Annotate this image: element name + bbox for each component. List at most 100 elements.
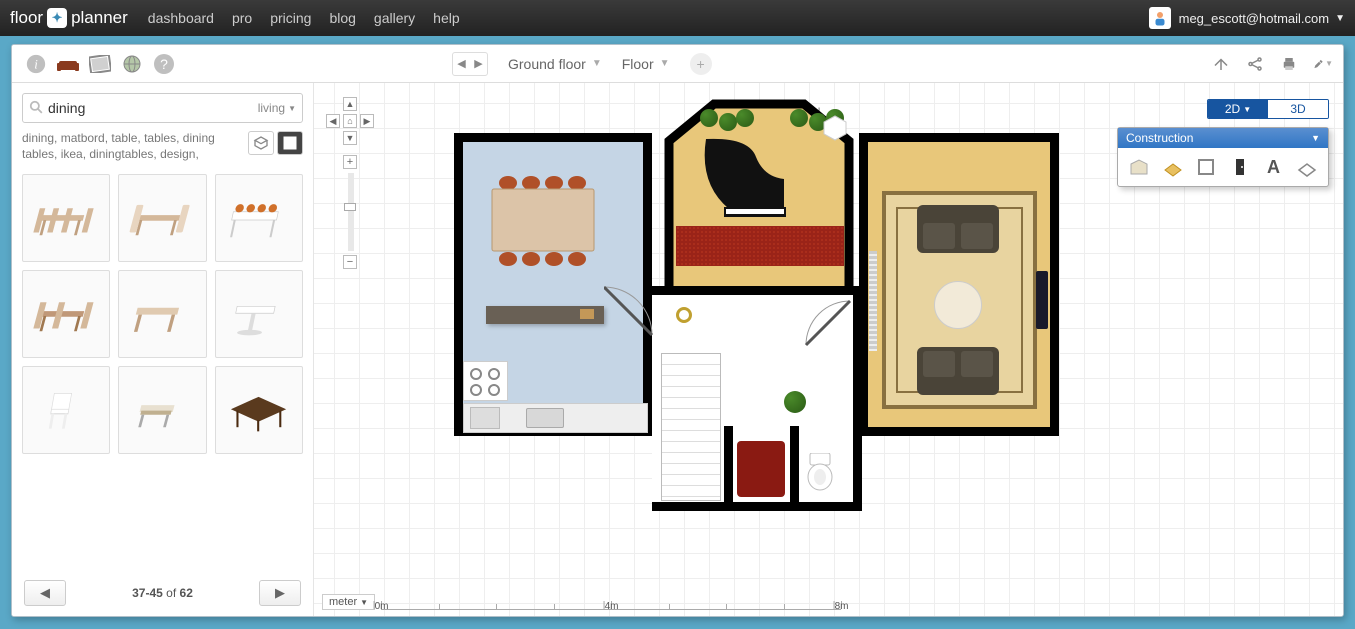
scale-bar: meter ▼ 0m 4m 8m <box>322 594 841 610</box>
search-icon <box>29 100 43 117</box>
print-icon[interactable] <box>1279 54 1299 74</box>
svg-text:i: i <box>34 57 38 71</box>
chevron-down-icon: ▼ <box>360 598 368 607</box>
tool-dimension[interactable] <box>1292 154 1322 180</box>
tool-door[interactable] <box>1225 154 1255 180</box>
furniture-item[interactable] <box>22 270 110 358</box>
info-button[interactable]: i <box>22 51 50 77</box>
furniture-item[interactable] <box>22 366 110 454</box>
content: living ▼ dining, matbord, table, tables,… <box>12 83 1343 616</box>
nav-pricing[interactable]: pricing <box>270 10 311 26</box>
pan-right-button[interactable]: ▶ <box>360 114 374 128</box>
prev-page-button[interactable]: ◀ <box>24 580 66 606</box>
wall-segment <box>790 426 799 511</box>
object-sofa[interactable] <box>917 347 999 395</box>
redo-icon[interactable]: ▶ <box>474 57 482 70</box>
object-radiator[interactable] <box>869 251 877 351</box>
object-toilet[interactable] <box>806 453 834 491</box>
object-side-table[interactable] <box>822 115 848 141</box>
settings-icon[interactable]: ▼ <box>1313 54 1333 74</box>
object-sofa[interactable] <box>917 205 999 253</box>
add-button[interactable]: + <box>690 53 712 75</box>
view-3d-button[interactable]: 3D <box>1268 100 1328 118</box>
nav-gallery[interactable]: gallery <box>374 10 415 26</box>
object-plant[interactable] <box>736 109 754 127</box>
furniture-item[interactable] <box>215 270 303 358</box>
object-dining-table[interactable] <box>486 185 600 257</box>
object-door[interactable] <box>604 283 659 338</box>
app-frame: i ? ◀ ▶ Ground floor ▼ Floor ▼ + ▼ <box>11 44 1344 617</box>
object-plant[interactable] <box>784 391 806 413</box>
object-door[interactable] <box>802 297 852 347</box>
chevron-down-icon: ▼ <box>592 58 602 69</box>
nav-pro[interactable]: pro <box>232 10 252 26</box>
picture-icon[interactable] <box>86 51 114 77</box>
furniture-item[interactable] <box>215 366 303 454</box>
furniture-item[interactable] <box>215 174 303 262</box>
view-mode-toggle: 2D▼ 3D <box>1207 99 1329 119</box>
help-button[interactable]: ? <box>150 51 178 77</box>
zoom-track[interactable] <box>348 173 354 251</box>
toolbar: i ? ◀ ▶ Ground floor ▼ Floor ▼ + ▼ <box>12 45 1343 83</box>
object-door-handle[interactable] <box>676 307 692 323</box>
user-menu[interactable]: meg_escott@hotmail.com ▼ <box>1149 7 1345 29</box>
dpad: ▲ ▼ ◀ ▶ ⌂ <box>326 97 374 145</box>
view-3d-thumb-button[interactable] <box>248 131 274 155</box>
furniture-item[interactable] <box>118 174 206 262</box>
pan-up-button[interactable]: ▲ <box>343 97 357 111</box>
undo-icon[interactable]: ◀ <box>457 57 465 70</box>
pager: ◀ 37-45 of 62 ▶ <box>22 572 303 610</box>
furniture-item[interactable] <box>118 366 206 454</box>
chevron-down-icon: ▼ <box>1335 13 1345 24</box>
user-email: meg_escott@hotmail.com <box>1179 11 1329 26</box>
furniture-icon[interactable] <box>54 51 82 77</box>
object-stairs[interactable] <box>661 353 721 501</box>
floor-selector[interactable]: Ground floor ▼ <box>508 56 602 72</box>
globe-icon[interactable] <box>118 51 146 77</box>
pan-down-button[interactable]: ▼ <box>343 131 357 145</box>
furniture-item[interactable] <box>118 270 206 358</box>
nav-dashboard[interactable]: dashboard <box>148 10 214 26</box>
pan-left-button[interactable]: ◀ <box>326 114 340 128</box>
category-filter[interactable]: living ▼ <box>258 101 296 115</box>
export-icon[interactable] <box>1211 54 1231 74</box>
share-icon[interactable] <box>1245 54 1265 74</box>
tool-text[interactable]: A <box>1259 154 1289 180</box>
design-selector[interactable]: Floor ▼ <box>622 56 670 72</box>
object-coffee-table[interactable] <box>934 281 982 329</box>
brand-logo-icon: ✦ <box>47 8 67 28</box>
object-stove[interactable] <box>463 361 508 401</box>
search-row: living ▼ <box>22 93 303 123</box>
object-bench[interactable] <box>737 441 785 497</box>
object-kitchen-counter[interactable] <box>463 403 648 433</box>
zoom-in-button[interactable]: + <box>343 155 357 169</box>
furniture-item[interactable] <box>22 174 110 262</box>
search-input[interactable] <box>48 100 254 116</box>
chevron-down-icon: ▼ <box>1243 105 1251 114</box>
pan-center-button[interactable]: ⌂ <box>343 114 357 128</box>
zoom-handle[interactable] <box>344 203 356 211</box>
search-tags: dining, matbord, table, tables, dining t… <box>22 131 240 162</box>
object-plant[interactable] <box>700 109 718 127</box>
nav-pad: ▲ ▼ ◀ ▶ ⌂ + − <box>326 97 376 269</box>
next-page-button[interactable]: ▶ <box>259 580 301 606</box>
tags-line: dining, matbord, table, tables, dining t… <box>22 131 303 162</box>
view-2d-thumb-button[interactable] <box>277 131 303 155</box>
nav-blog[interactable]: blog <box>329 10 355 26</box>
canvas[interactable]: ▲ ▼ ◀ ▶ ⌂ + − 2D▼ 3D Co <box>314 83 1343 616</box>
chevron-down-icon: ▼ <box>660 58 670 69</box>
floor-plan[interactable] <box>454 91 1224 531</box>
zoom-out-button[interactable]: − <box>343 255 357 269</box>
undo-redo-buttons[interactable]: ◀ ▶ <box>452 52 488 76</box>
chevron-down-icon: ▼ <box>1311 133 1320 143</box>
category-label: living <box>258 101 285 115</box>
nav-help[interactable]: help <box>433 10 459 26</box>
unit-selector[interactable]: meter ▼ <box>322 594 375 610</box>
brand[interactable]: floor ✦ planner <box>10 8 128 28</box>
object-counter[interactable] <box>486 306 604 324</box>
object-piano[interactable] <box>694 129 799 224</box>
zoom-control: + − <box>343 155 359 269</box>
object-rug[interactable] <box>676 226 844 266</box>
object-tv[interactable] <box>1036 271 1048 329</box>
object-plant[interactable] <box>790 109 808 127</box>
